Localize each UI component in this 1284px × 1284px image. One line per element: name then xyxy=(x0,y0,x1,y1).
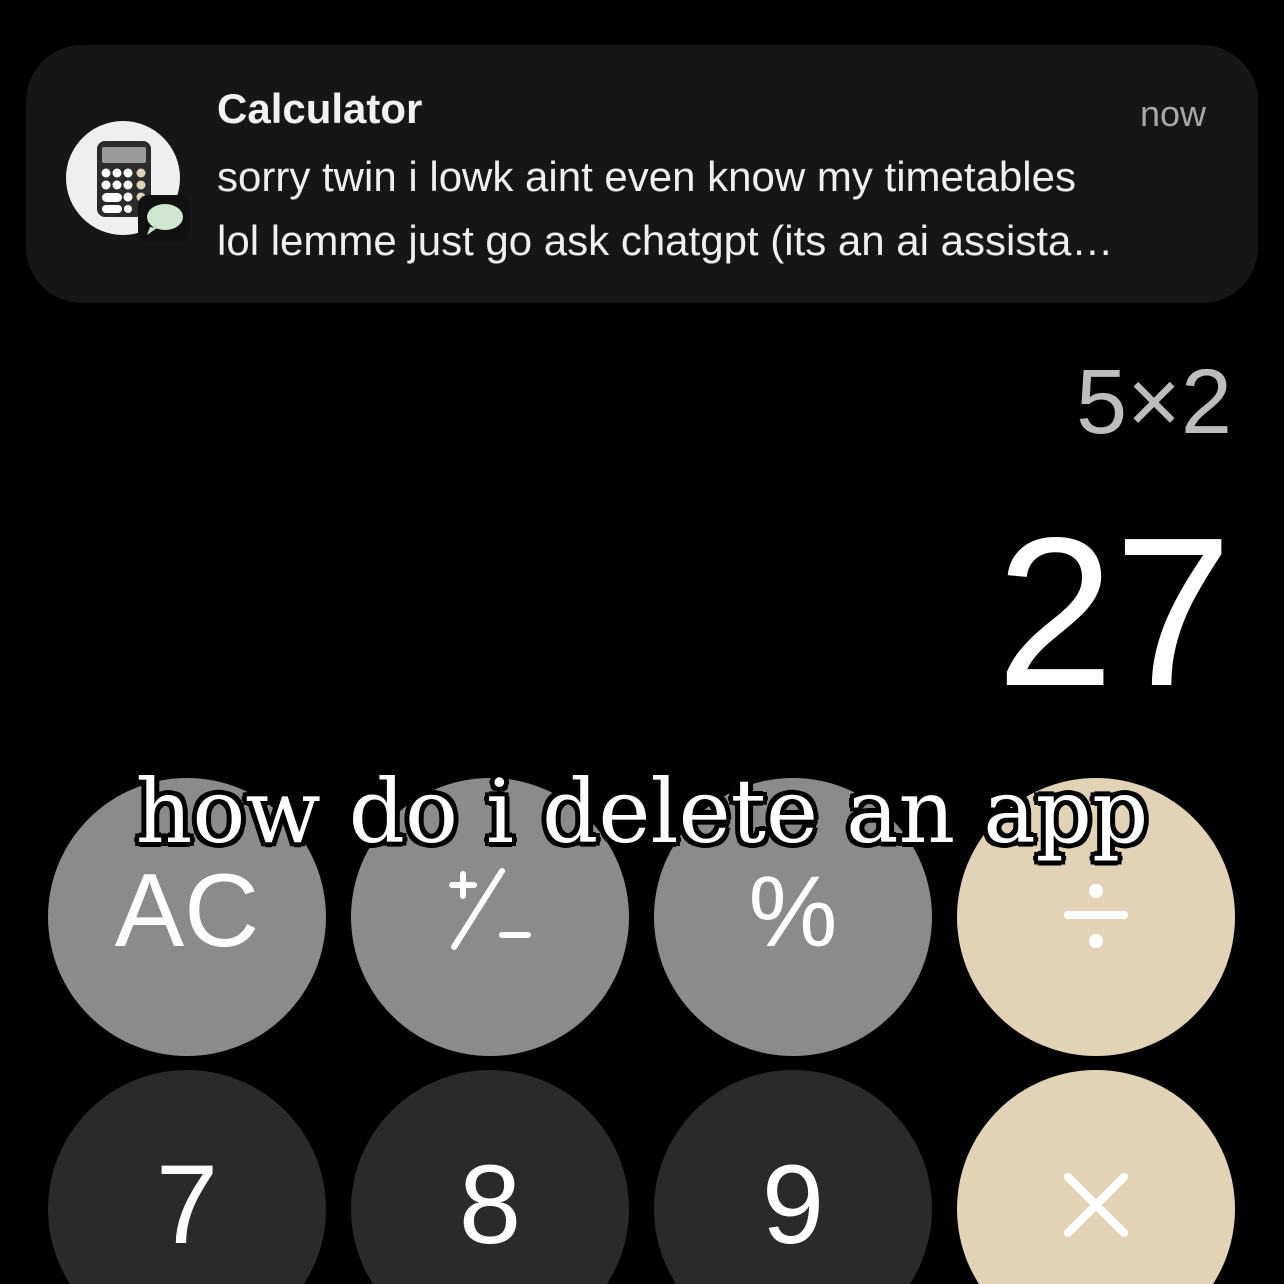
clear-button-label: AC xyxy=(114,853,260,969)
digit-8-button[interactable]: 8 xyxy=(351,1070,629,1284)
notification-message: sorry twin i lowk aint even know my time… xyxy=(217,145,1217,273)
notification-message-line-1: sorry twin i lowk aint even know my time… xyxy=(217,153,1076,200)
notification-message-line-2: lol lemme just go ask chatgpt (its an ai… xyxy=(217,217,1114,264)
notification-app-name: Calculator xyxy=(217,85,423,132)
percent-button-label: % xyxy=(748,856,838,968)
expression-display: 5×2 xyxy=(1075,351,1232,453)
plus-minus-icon xyxy=(440,865,540,955)
digit-8-label: 8 xyxy=(458,1142,522,1267)
result-display: 27 xyxy=(996,493,1232,730)
digit-9-button[interactable]: 9 xyxy=(654,1070,932,1284)
message-bubble-icon xyxy=(138,195,190,241)
digit-9-label: 9 xyxy=(761,1142,825,1267)
overlay-caption: how do i delete an app xyxy=(134,759,1150,865)
notification-banner[interactable]: Calculator now sorry twin i lowk aint ev… xyxy=(26,45,1258,303)
multiply-button[interactable] xyxy=(957,1070,1235,1284)
digit-7-label: 7 xyxy=(155,1142,219,1267)
digit-7-button[interactable]: 7 xyxy=(48,1070,326,1284)
divide-icon xyxy=(1056,877,1136,957)
notification-time: now xyxy=(1139,93,1206,134)
multiply-icon xyxy=(1056,1165,1136,1245)
